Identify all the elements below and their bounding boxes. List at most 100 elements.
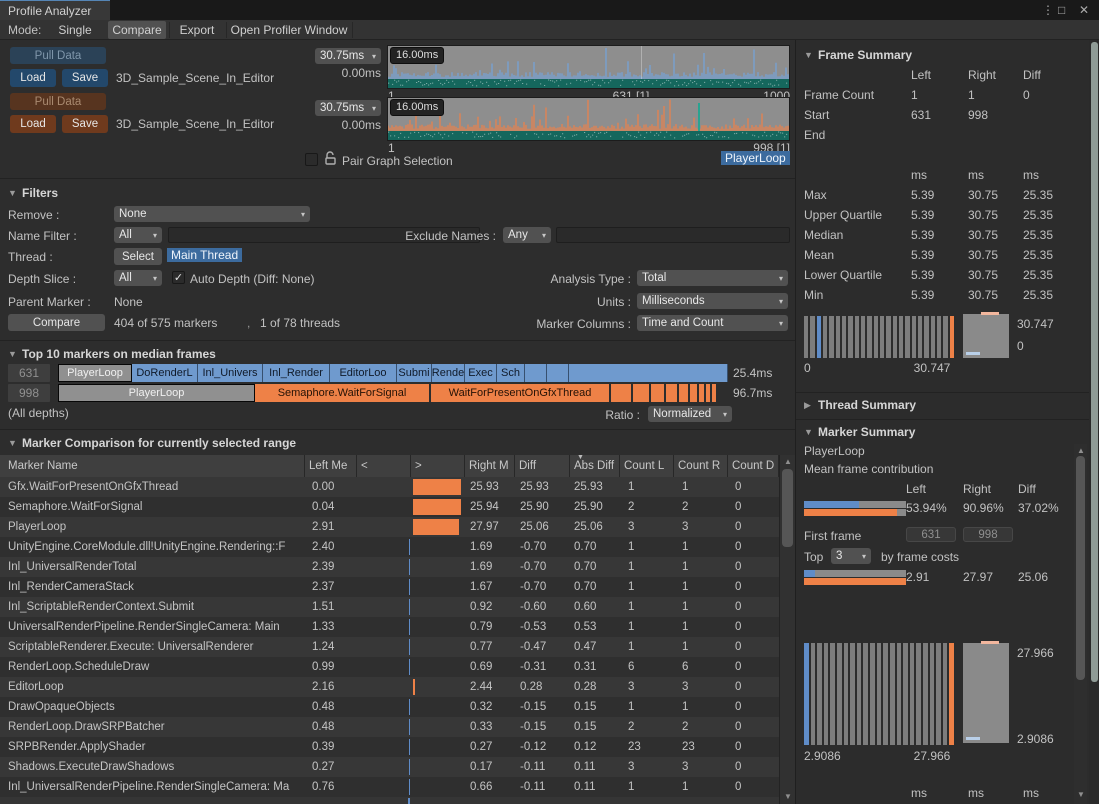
load-left-button[interactable]: Load	[10, 69, 56, 87]
marker-segment-rende[interactable]: Rende	[432, 364, 465, 382]
scroll-down-icon[interactable]: ▼	[1077, 790, 1085, 799]
compare-button[interactable]: Compare	[8, 314, 105, 331]
exclude-names-input[interactable]	[556, 227, 790, 243]
marker-segment-playerloop[interactable]: PlayerLoop	[58, 384, 255, 402]
scroll-up-icon[interactable]: ▲	[1077, 446, 1085, 455]
marker-row[interactable]: UniversalRenderPipeline.RenderSingleCame…	[0, 617, 779, 637]
marker-row[interactable]: Inl_ScriptableRenderContext.Submit1.510.…	[0, 597, 779, 617]
marker-segment-waitforpresentongfxthread[interactable]: WaitForPresentOnGfxThread	[431, 384, 609, 402]
load-right-button[interactable]: Load	[10, 115, 56, 133]
marker-segment[interactable]	[690, 384, 697, 402]
marker-columns-dropdown[interactable]: Time and Count ▾	[637, 315, 788, 331]
marker-segment[interactable]	[666, 384, 677, 402]
table-scrollbar-thumb[interactable]	[782, 469, 793, 547]
marker-row[interactable]: RenderLoop.DrawSRPBatcher0.480.33-0.150.…	[0, 717, 779, 737]
exclude-mode-dropdown[interactable]: Any ▾	[503, 227, 551, 243]
marker-segment-submi[interactable]: Submi	[397, 364, 432, 382]
marker-segment[interactable]	[679, 384, 688, 402]
marker-row[interactable]: Inl_UniversalRenderPipeline.RenderSingle…	[0, 777, 779, 797]
ratio-dropdown[interactable]: Normalized ▾	[648, 406, 732, 422]
marker-row[interactable]: UnityEngine.CoreModule.dll!UnityEngine.R…	[0, 537, 779, 557]
ms-unit-value: ms	[1023, 786, 1039, 800]
fs-stat-value: 25.35	[1023, 188, 1053, 202]
marker-segment[interactable]	[712, 384, 716, 402]
marker-segment[interactable]	[611, 384, 631, 402]
marker-segment-editorloo[interactable]: EditorLoo	[330, 364, 397, 382]
save-left-button[interactable]: Save	[62, 69, 108, 87]
kebab-menu-icon[interactable]: ⋮	[1042, 3, 1054, 17]
scroll-up-icon[interactable]: ▲	[784, 457, 792, 466]
column-header-diff[interactable]: Diff	[515, 455, 570, 477]
remove-dropdown[interactable]: None ▾	[114, 206, 310, 222]
column-header-count-d[interactable]: Count D	[728, 455, 779, 477]
column-header-<[interactable]: <	[357, 455, 411, 477]
save-right-button[interactable]: Save	[62, 115, 108, 133]
marker-segment-exec[interactable]: Exec	[465, 364, 497, 382]
graph-left-scale-dropdown[interactable]: 30.75ms ▾	[315, 48, 381, 64]
marker-segment-dorenderl[interactable]: DoRenderL	[132, 364, 198, 382]
marker-row[interactable]: Shadows.ExecuteDrawShadows0.270.17-0.110…	[0, 757, 779, 777]
marker-segment[interactable]	[651, 384, 664, 402]
name-filter-mode-dropdown[interactable]: All ▾	[114, 227, 162, 243]
pull-data-right-button[interactable]: Pull Data	[10, 93, 106, 110]
marker-segment[interactable]	[633, 384, 649, 402]
marker-row[interactable]: Inl_RenderCameraStack2.371.67-0.700.7011…	[0, 577, 779, 597]
marker-segment[interactable]	[706, 384, 710, 402]
marker-segment[interactable]	[525, 364, 547, 382]
column-header-count-r[interactable]: Count R	[674, 455, 728, 477]
depth-slice-dropdown[interactable]: All ▾	[114, 270, 162, 286]
analysis-type-value: Total	[642, 272, 666, 284]
column-header-left-me[interactable]: Left Me	[305, 455, 357, 477]
collapse-icon[interactable]: ▼	[8, 349, 17, 359]
marker-row[interactable]: Semaphore.WaitForSignal0.0425.9425.9025.…	[0, 497, 779, 517]
analysis-type-dropdown[interactable]: Total ▾	[637, 270, 788, 286]
marker-segment-sch[interactable]: Sch	[497, 364, 525, 382]
collapse-icon[interactable]: ▼	[8, 188, 17, 198]
top10-frame-index[interactable]: 998	[8, 384, 50, 402]
marker-row[interactable]: Inl_UniversalRenderTotal2.391.69-0.700.7…	[0, 557, 779, 577]
thread-select-button[interactable]: Select	[114, 248, 162, 265]
marker-row[interactable]: DrawOpaqueObjects0.480.32-0.150.15110	[0, 697, 779, 717]
marker-segment-inl-render[interactable]: Inl_Render	[263, 364, 330, 382]
collapse-icon[interactable]: ▼	[8, 438, 17, 448]
panel-scrollbar-thumb[interactable]	[1091, 42, 1098, 682]
column-header-count-l[interactable]: Count L	[620, 455, 674, 477]
pair-graph-selection-checkbox[interactable]	[305, 153, 318, 166]
marker-row[interactable]: RenderLoop.ScheduleDraw0.990.69-0.310.31…	[0, 657, 779, 677]
marker-summary-scrollbar-thumb[interactable]	[1076, 456, 1085, 680]
marker-row[interactable]: SRPBRender.ApplyShader0.390.27-0.120.122…	[0, 737, 779, 757]
close-icon[interactable]: ✕	[1079, 3, 1089, 17]
marker-segment-inl-univers[interactable]: Inl_Univers	[198, 364, 263, 382]
units-dropdown[interactable]: Milliseconds ▾	[637, 293, 788, 309]
scroll-down-icon[interactable]: ▼	[784, 792, 792, 801]
marker-row[interactable]: PlayerLoop2.9127.9725.0625.06330	[0, 517, 779, 537]
marker-row[interactable]: ScriptableRenderer.Execute: UniversalRen…	[0, 637, 779, 657]
frame-time-graph-right[interactable]: 16.00ms	[387, 97, 790, 141]
expand-icon[interactable]: ▶	[804, 400, 811, 411]
collapse-icon[interactable]: ▼	[804, 427, 813, 437]
cell-marker-name: RenderLoop.DrawSRPBatcher	[8, 717, 302, 737]
histogram-bar	[857, 643, 862, 745]
top10-frame-index[interactable]: 631	[8, 364, 50, 382]
column-header-marker-name[interactable]: Marker Name	[0, 455, 305, 477]
pull-data-left-button[interactable]: Pull Data	[10, 47, 106, 64]
graph-right-scale-dropdown[interactable]: 30.75ms ▾	[315, 100, 381, 116]
marker-segment-playerloop[interactable]: PlayerLoop	[58, 364, 132, 382]
marker-row[interactable]: Gfx.WaitForPresentOnGfxThread0.0025.9325…	[0, 477, 779, 497]
graph-selection-value[interactable]: PlayerLoop	[721, 151, 790, 165]
auto-depth-checkbox[interactable]: ✓	[172, 271, 185, 284]
thread-value[interactable]: Main Thread	[167, 248, 242, 262]
marker-segment[interactable]	[569, 364, 728, 382]
marker-segment[interactable]	[547, 364, 569, 382]
maximize-icon[interactable]: □	[1058, 3, 1065, 17]
marker-segment[interactable]	[699, 384, 704, 402]
marker-row[interactable]: EditorLoop2.162.440.280.28330	[0, 677, 779, 697]
frame-time-graph-left[interactable]: 16.00ms	[387, 45, 790, 89]
collapse-icon[interactable]: ▼	[804, 50, 813, 60]
marker-segment-semaphore-waitforsignal[interactable]: Semaphore.WaitForSignal	[255, 384, 429, 402]
top-n-dropdown[interactable]: 3 ▾	[831, 548, 871, 564]
first-frame-left-button[interactable]: 631	[906, 527, 956, 542]
first-frame-right-button[interactable]: 998	[963, 527, 1013, 542]
column-header-right-m[interactable]: Right M	[465, 455, 515, 477]
column-header->[interactable]: >	[411, 455, 465, 477]
